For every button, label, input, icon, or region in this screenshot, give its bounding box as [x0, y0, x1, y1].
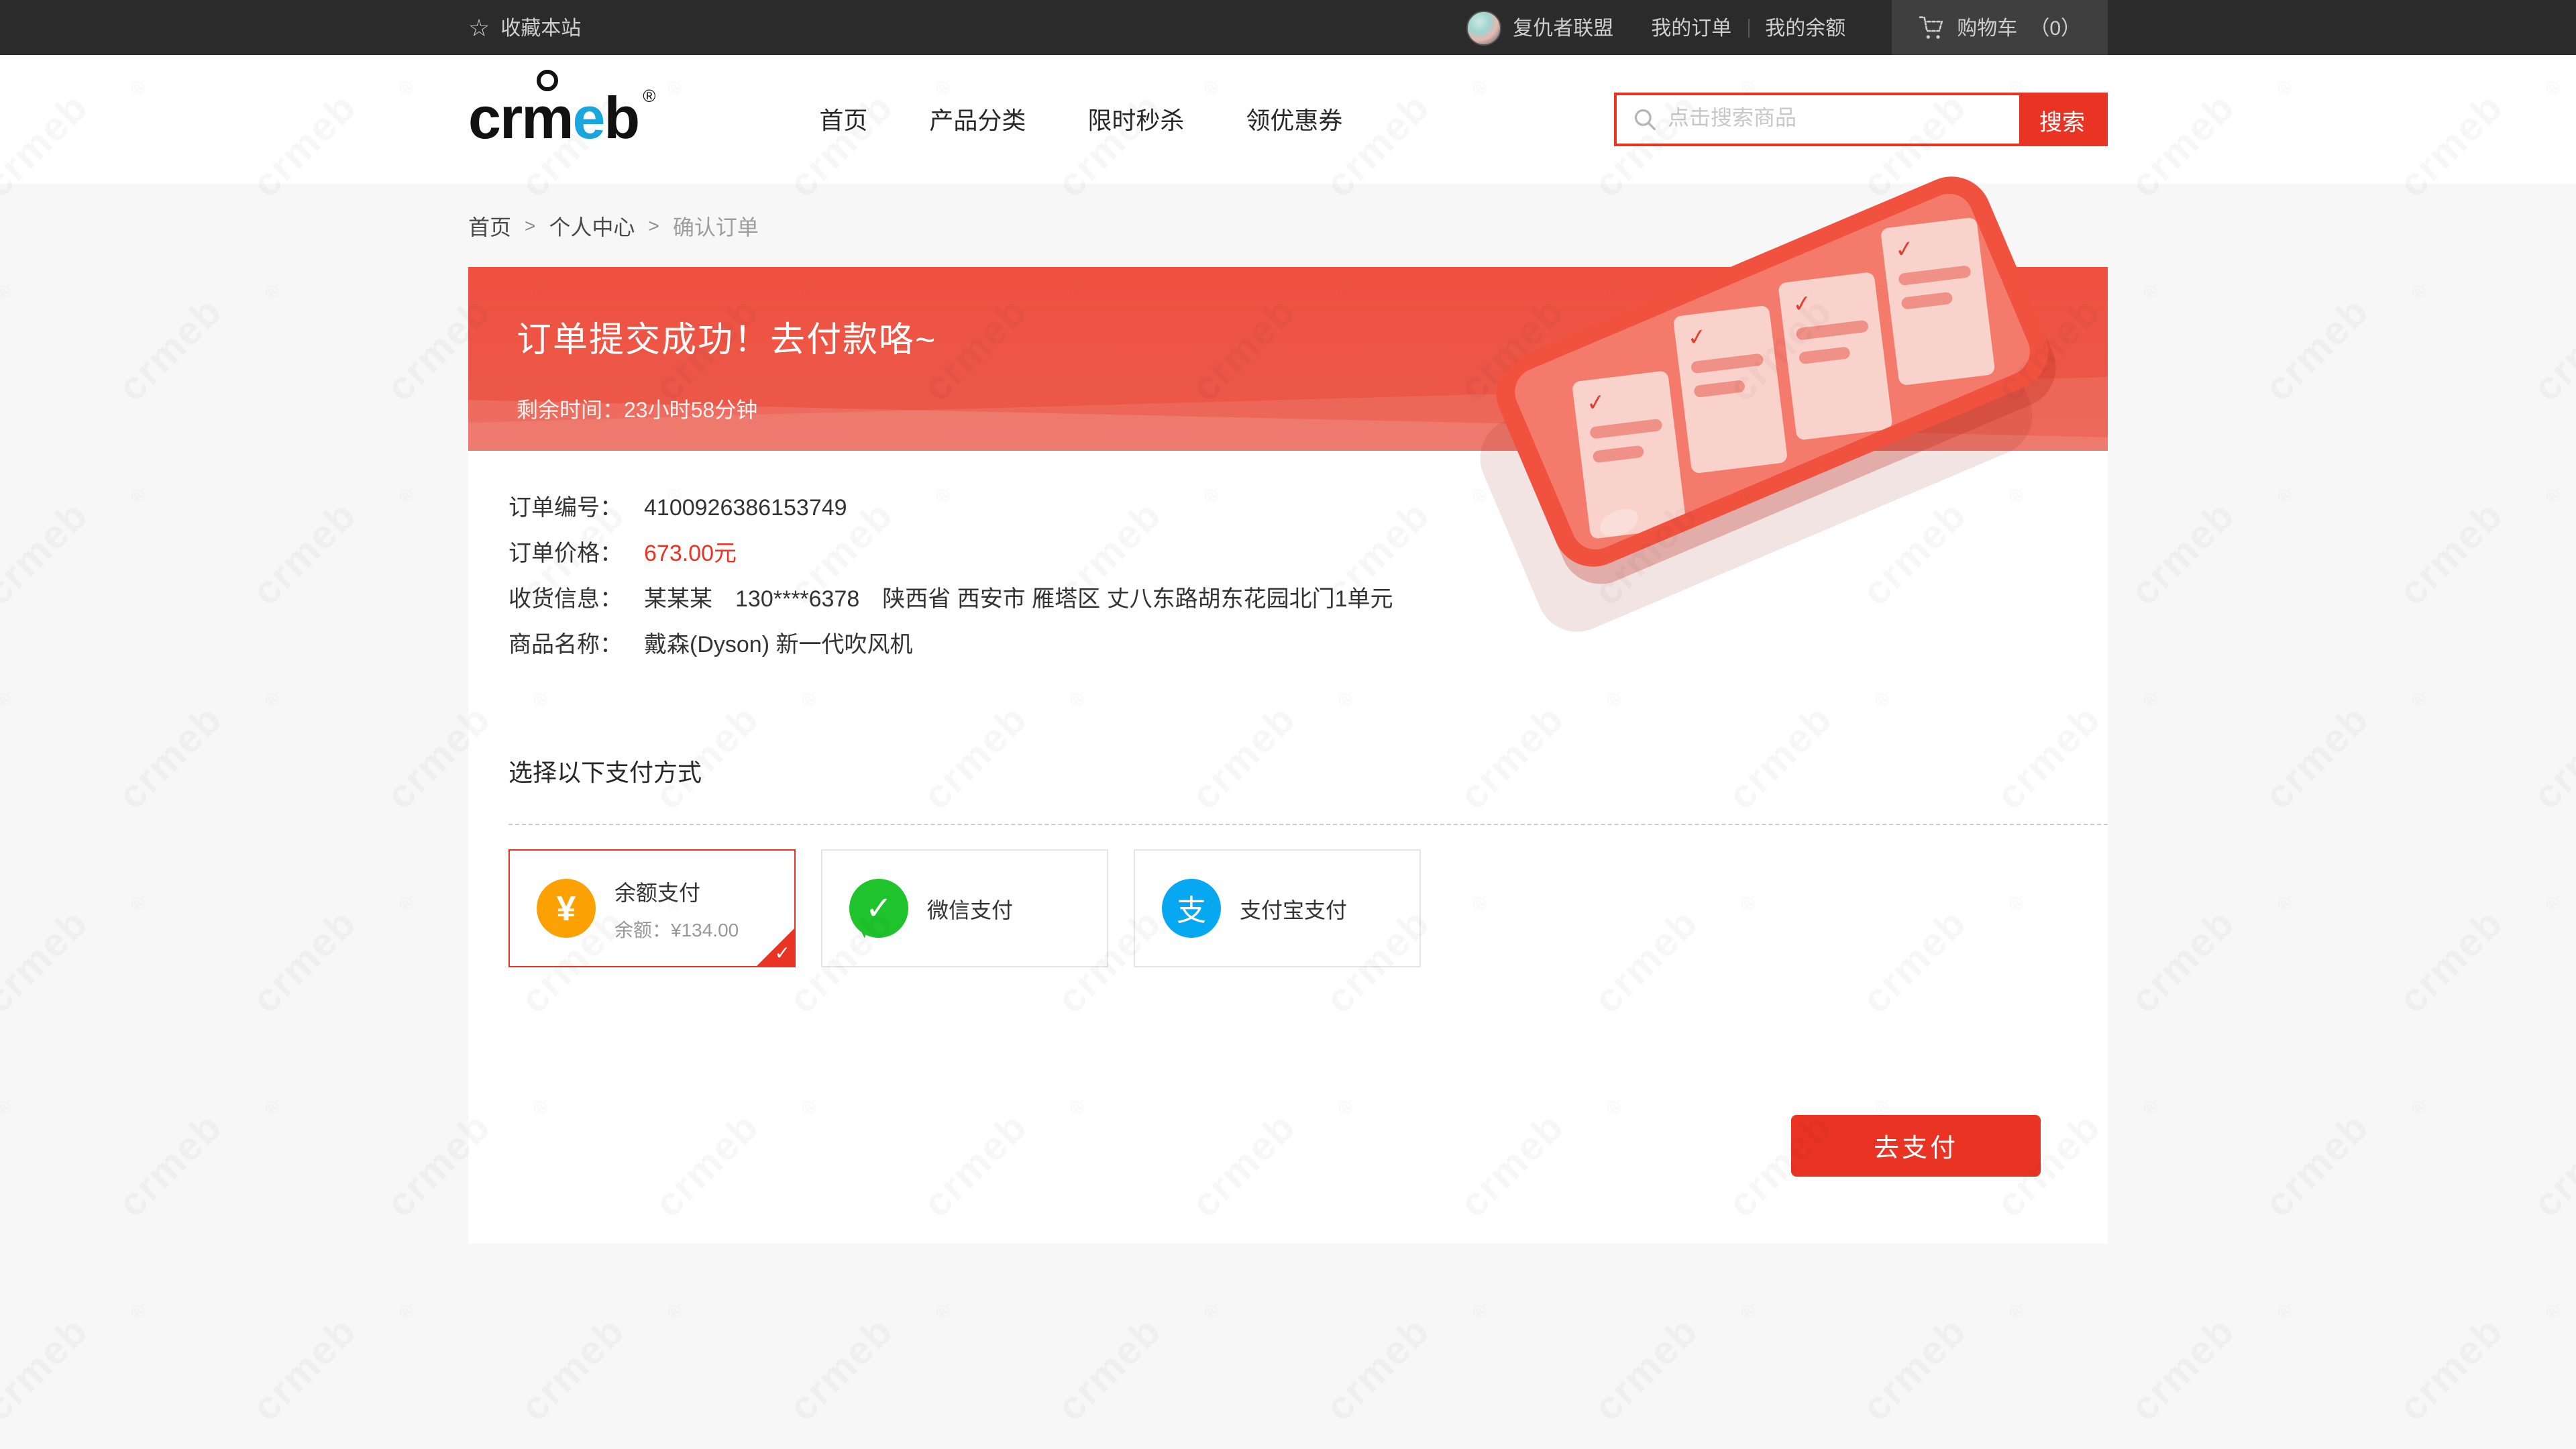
- nav-item-coupons[interactable]: 领优惠券: [1246, 102, 1342, 137]
- my-orders-link[interactable]: 我的订单: [1651, 13, 1731, 42]
- logo-text-cr: cr: [468, 86, 521, 152]
- favorite-site-link[interactable]: ☆ 收藏本站: [468, 13, 581, 42]
- order-number-label: 订单编号：: [508, 488, 623, 522]
- shipping-info-value: 某某某 130****6378 陕西省 西安市 雁塔区 丈八东路胡东花园北门1单…: [644, 580, 1393, 613]
- yuan-balance-icon: ¥: [537, 879, 596, 938]
- payment-option-alipay-label: 支付宝支付: [1240, 892, 1347, 924]
- banner-title: 订单提交成功！去付款咯~: [517, 313, 2108, 362]
- topbar-divider: [1748, 18, 1749, 37]
- logo-text-m: m: [521, 86, 572, 152]
- payment-option-alipay[interactable]: 支 支付宝支付: [1134, 849, 1421, 967]
- star-icon: ☆: [468, 15, 490, 40]
- product-name-row: 商品名称： 戴森(Dyson) 新一代吹风机: [508, 625, 2068, 671]
- my-balance-link[interactable]: 我的余额: [1765, 13, 1845, 42]
- order-number-value: 4100926386153749: [644, 495, 847, 522]
- alipay-icon: 支: [1162, 879, 1221, 938]
- breadcrumb-current: 确认订单: [673, 209, 759, 241]
- payment-option-balance-label: 余额支付: [614, 874, 739, 906]
- order-number-row: 订单编号： 4100926386153749: [508, 488, 2068, 534]
- username[interactable]: 复仇者联盟: [1513, 13, 1613, 42]
- cart-button[interactable]: 购物车 （0）: [1891, 0, 2108, 55]
- site-logo[interactable]: crmeb ®: [468, 90, 655, 149]
- wechat-pay-icon: ✓: [849, 879, 908, 938]
- nav-item-home[interactable]: 首页: [819, 102, 867, 137]
- page: ☆ 收藏本站 复仇者联盟 我的订单 我的余额 购物车: [0, 0, 2576, 1449]
- cart-label: 购物车: [1957, 13, 2017, 42]
- payment-section-title: 选择以下支付方式: [508, 754, 2068, 789]
- shipping-info-label: 收货信息：: [508, 580, 623, 613]
- order-price-label: 订单价格：: [508, 534, 623, 568]
- balance-amount: 余额：¥134.00: [614, 916, 739, 943]
- user-account[interactable]: 复仇者联盟: [1466, 10, 1613, 45]
- search-input[interactable]: [1668, 107, 2003, 131]
- main-nav: 首页 产品分类 限时秒杀 领优惠券: [819, 102, 1342, 137]
- selected-check-icon: ✓: [775, 942, 790, 965]
- order-price-row: 订单价格： 673.00元: [508, 534, 2068, 580]
- topbar: ☆ 收藏本站 复仇者联盟 我的订单 我的余额 购物车: [0, 0, 2576, 55]
- breadcrumb-separator: >: [525, 215, 535, 236]
- registered-mark: ®: [643, 87, 655, 105]
- nav-item-flash-sale[interactable]: 限时秒杀: [1087, 102, 1184, 137]
- breadcrumb: 首页 > 个人中心 > 确认订单: [468, 209, 759, 241]
- shipping-info-row: 收货信息： 某某某 130****6378 陕西省 西安市 雁塔区 丈八东路胡东…: [508, 580, 2068, 625]
- order-price-value: 673.00元: [644, 534, 737, 568]
- header: crmeb ® 首页 产品分类 限时秒杀 领优惠券 搜索: [0, 55, 2576, 184]
- cart-count: （0）: [2029, 13, 2081, 42]
- go-pay-button[interactable]: 去支付: [1791, 1115, 2041, 1177]
- breadcrumb-home[interactable]: 首页: [468, 209, 511, 241]
- cart-icon: [1918, 15, 1945, 40]
- banner-countdown: 剩余时间：23小时58分钟: [517, 392, 2108, 424]
- payment-option-wechat[interactable]: ✓ 微信支付: [821, 849, 1108, 967]
- order-success-banner: ✓ ✓ ✓ ✓ 订单提交成功！去付款咯~ 剩余时间：23小时58分钟: [468, 267, 2108, 451]
- breadcrumb-user-center[interactable]: 个人中心: [549, 209, 635, 241]
- payment-option-wechat-label: 微信支付: [927, 892, 1013, 924]
- avatar[interactable]: [1466, 10, 1501, 45]
- search-icon: [1633, 107, 1657, 131]
- order-info: 订单编号： 4100926386153749 订单价格： 673.00元 收货信…: [508, 488, 2068, 671]
- search-button[interactable]: 搜索: [2019, 95, 2105, 144]
- search-box: 搜索: [1614, 93, 2108, 146]
- breadcrumb-separator: >: [648, 215, 659, 236]
- favorite-site-label: 收藏本站: [500, 13, 581, 42]
- logo-text-b: b: [604, 86, 639, 152]
- order-card: 订单编号： 4100926386153749 订单价格： 673.00元 收货信…: [468, 451, 2108, 1244]
- nav-item-categories[interactable]: 产品分类: [929, 102, 1026, 137]
- product-name-label: 商品名称：: [508, 625, 623, 659]
- payment-option-balance[interactable]: ¥ 余额支付 余额：¥134.00 ✓: [508, 849, 796, 967]
- product-name-value: 戴森(Dyson) 新一代吹风机: [644, 625, 912, 659]
- payment-methods: ¥ 余额支付 余额：¥134.00 ✓ ✓ 微信支付: [508, 849, 2068, 967]
- logo-text-e: e: [572, 86, 604, 152]
- dashed-divider: [508, 824, 2108, 825]
